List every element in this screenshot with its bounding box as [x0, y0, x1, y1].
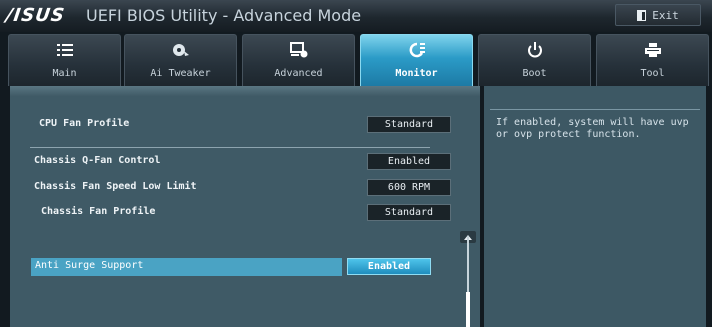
tab-boot[interactable]: Boot — [478, 34, 591, 86]
setting-label: CPU Fan Profile — [39, 118, 130, 129]
exit-button[interactable]: Exit — [615, 4, 701, 26]
setting-label: Anti Surge Support — [35, 260, 144, 271]
setting-row-chassis-fan-speed-low-limit: Chassis Fan Speed Low Limit 600 RPM — [20, 179, 451, 197]
tab-advanced-label: Advanced — [274, 68, 323, 79]
tab-tool[interactable]: Tool — [596, 34, 709, 86]
setting-row-anti-surge-support[interactable]: Anti Surge Support — [31, 258, 342, 276]
tab-monitor-label: Monitor — [395, 68, 438, 79]
tab-ai-tweaker[interactable]: Ai Tweaker — [124, 34, 237, 86]
title-bar: /ISUS UEFI BIOS Utility - Advanced Mode … — [0, 0, 712, 32]
anti-surge-support-value-button[interactable]: Enabled — [347, 258, 431, 275]
chassis-q-fan-control-value-button[interactable]: Enabled — [367, 153, 451, 170]
tab-ai-tweaker-label: Ai Tweaker — [150, 68, 211, 79]
tab-main[interactable]: Main — [8, 34, 121, 86]
cpu-fan-profile-value-button[interactable]: Standard — [367, 116, 451, 133]
tab-bar: Main Ai Tweaker Advanced Monitor Boot To… — [0, 34, 712, 86]
setting-label: Chassis Fan Profile — [41, 206, 156, 217]
setting-row-cpu-fan-profile: CPU Fan Profile Standard — [20, 116, 451, 134]
chassis-fan-profile-value-button[interactable]: Standard — [367, 204, 451, 221]
section-divider — [30, 147, 430, 148]
asus-logo: /ISUS — [4, 5, 67, 26]
window-title: UEFI BIOS Utility - Advanced Mode — [86, 6, 362, 25]
tab-advanced[interactable]: Advanced — [242, 34, 355, 86]
setting-row-chassis-fan-profile: Chassis Fan Profile Standard — [20, 204, 451, 222]
exit-label: Exit — [652, 8, 679, 22]
advanced-settings-icon — [289, 42, 307, 58]
power-icon — [527, 42, 542, 58]
tab-main-label: Main — [52, 68, 77, 79]
tab-tool-label: Tool — [640, 68, 665, 79]
tab-monitor[interactable]: Monitor — [360, 34, 473, 86]
setting-row-chassis-q-fan-control: Chassis Q-Fan Control Enabled — [20, 153, 451, 171]
printer-tool-icon — [644, 43, 661, 57]
help-divider — [490, 109, 700, 110]
help-text: If enabled, system will have uvp or ovp … — [496, 117, 689, 140]
chassis-fan-speed-low-limit-value-button[interactable]: 600 RPM — [367, 179, 451, 196]
setting-label: Chassis Q-Fan Control — [34, 155, 161, 166]
scrollbar-thumb[interactable] — [466, 292, 470, 327]
panel-header-strip — [10, 86, 480, 96]
setting-label: Chassis Fan Speed Low Limit — [34, 181, 197, 192]
fan-tweaker-icon — [172, 44, 189, 56]
exit-door-icon — [637, 9, 647, 21]
tab-boot-label: Boot — [522, 68, 547, 79]
list-icon — [56, 44, 73, 56]
monitor-icon — [409, 42, 425, 58]
